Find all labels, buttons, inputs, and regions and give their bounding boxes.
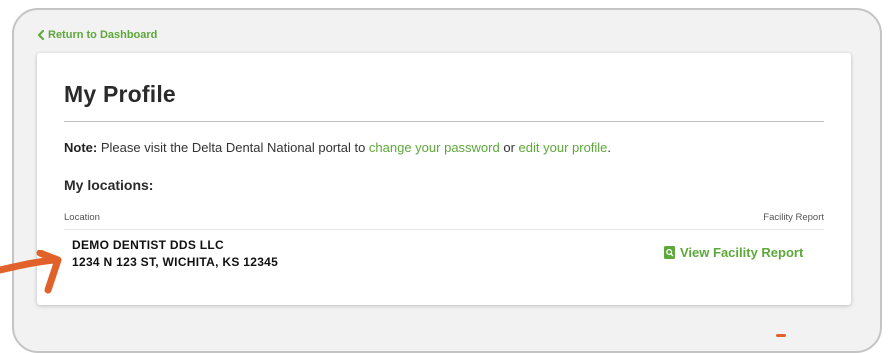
- profile-card: My Profile Note: Please visit the Delta …: [37, 53, 851, 305]
- edit-profile-link[interactable]: edit your profile: [519, 140, 608, 155]
- table-header-divider: [64, 229, 824, 230]
- note-label: Note:: [64, 140, 98, 155]
- view-facility-report-button[interactable]: View Facility Report: [664, 245, 803, 260]
- page-title: My Profile: [64, 81, 176, 107]
- document-search-icon: [664, 246, 675, 259]
- return-to-dashboard-link[interactable]: Return to Dashboard: [37, 29, 157, 41]
- locations-heading: My locations:: [64, 177, 154, 193]
- change-password-link[interactable]: change your password: [369, 140, 500, 155]
- location-name: DEMO DENTIST DDS LLC: [72, 238, 224, 252]
- profile-note: Note: Please visit the Delta Dental Nati…: [64, 140, 611, 155]
- title-divider: [64, 121, 824, 122]
- note-text-1: Please visit the Delta Dental National p…: [97, 140, 369, 155]
- column-header-location: Location: [64, 212, 100, 223]
- column-header-facility-report: Facility Report: [763, 212, 824, 223]
- view-facility-report-label: View Facility Report: [680, 245, 804, 260]
- return-to-dashboard-label: Return to Dashboard: [48, 29, 158, 41]
- pointer-arrow-icon: [0, 250, 62, 294]
- note-text-3: .: [607, 140, 612, 155]
- location-address: 1234 N 123 ST, WICHITA, KS 12345: [72, 255, 279, 269]
- note-text-2: or: [499, 140, 519, 155]
- chevron-left-icon: [38, 30, 44, 40]
